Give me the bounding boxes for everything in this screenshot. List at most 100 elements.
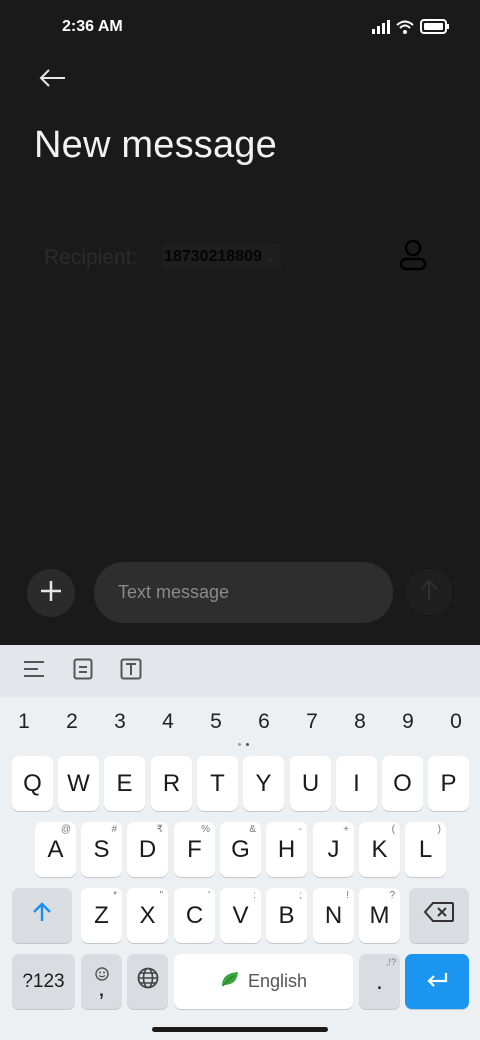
status-icons: [372, 19, 450, 39]
key-hint: #: [111, 824, 117, 835]
number-key[interactable]: 9: [388, 707, 428, 737]
period-label: .: [376, 967, 383, 995]
backspace-icon: [423, 901, 455, 930]
attach-button[interactable]: [27, 569, 75, 617]
space-language-label: English: [247, 971, 308, 991]
key-label: J: [327, 835, 340, 863]
letter-key[interactable]: ₹ D: [127, 822, 168, 877]
period-key[interactable]: ,!? .: [359, 954, 400, 1009]
person-icon: [398, 239, 428, 276]
number-key[interactable]: 7: [292, 707, 332, 737]
symbols-key[interactable]: ?123: [12, 954, 75, 1009]
letter-key[interactable]: -H: [266, 822, 307, 877]
clipboard-tool[interactable]: [69, 657, 97, 685]
number-key[interactable]: 6: [244, 707, 284, 737]
letter-key[interactable]: ! N: [313, 888, 354, 943]
emoji-comma-key[interactable]: ,: [81, 954, 122, 1009]
keyboard-toolbar: [0, 645, 480, 697]
letter-key[interactable]: U: [290, 756, 331, 811]
letter-key[interactable]: :V: [220, 888, 261, 943]
letter-key[interactable]: E: [104, 756, 145, 811]
key-label: M: [369, 901, 390, 929]
letter-key[interactable]: ? M: [359, 888, 400, 943]
key-hint: -: [298, 824, 302, 835]
letter-key[interactable]: Y: [243, 756, 284, 811]
key-hint: ': [208, 890, 210, 901]
wifi-icon: [396, 20, 414, 39]
align-left-icon: [23, 660, 45, 683]
key-label: N: [324, 901, 343, 929]
enter-key[interactable]: [405, 954, 469, 1009]
letter-key[interactable]: Q: [12, 756, 53, 811]
key-hint: ?: [389, 890, 395, 901]
key-label: P: [440, 769, 457, 797]
emoji-icon: [94, 960, 109, 988]
number-key[interactable]: 1: [4, 707, 44, 737]
letter-key[interactable]: W: [58, 756, 99, 811]
letter-key[interactable]: @ A: [35, 822, 76, 877]
enter-icon: [425, 968, 449, 996]
key-label: H: [277, 835, 296, 863]
letter-key[interactable]: ) L: [405, 822, 446, 877]
number-key[interactable]: 4: [148, 707, 188, 737]
letter-key[interactable]: ; B: [266, 888, 307, 943]
key-label: L: [418, 835, 433, 863]
letter-key[interactable]: % F: [174, 822, 215, 877]
signal-icon: [372, 19, 390, 39]
keyboard: 1234567890 QWERTYUIOP @ A # S ₹ D% F & G - H + J(K) L…: [0, 645, 480, 1040]
send-button[interactable]: [406, 569, 452, 615]
letter-key[interactable]: P: [428, 756, 469, 811]
text-align-tool[interactable]: [20, 657, 48, 685]
arrow-up-icon: [419, 579, 439, 606]
message-input[interactable]: [94, 562, 393, 623]
recipient-label: Recipient:: [44, 246, 138, 269]
letter-key[interactable]: # S: [81, 822, 122, 877]
status-time: 2:36 AM: [62, 18, 123, 35]
key-hint: !: [346, 890, 349, 901]
number-key[interactable]: 2: [52, 707, 92, 737]
key-label: B: [278, 901, 295, 929]
battery-icon: [420, 19, 450, 39]
globe-icon: [137, 967, 159, 996]
letter-key[interactable]: " X: [127, 888, 168, 943]
recipient-chip[interactable]: 18730218809 ⌄: [162, 244, 282, 270]
number-key[interactable]: 3: [100, 707, 140, 737]
letter-key[interactable]: R: [151, 756, 192, 811]
shift-key[interactable]: [12, 888, 72, 943]
key-label: D: [138, 835, 157, 863]
recipient-row: Recipient: 18730218809 ⌄: [44, 236, 444, 280]
back-button[interactable]: [34, 64, 70, 96]
letter-key[interactable]: O: [382, 756, 423, 811]
recipient-number: 18730218809: [164, 248, 262, 265]
number-key[interactable]: 0: [436, 707, 476, 737]
plus-icon: [40, 580, 62, 607]
letter-key[interactable]: (K: [359, 822, 400, 877]
key-label: W: [67, 769, 90, 797]
letter-key[interactable]: + J: [313, 822, 354, 877]
number-key[interactable]: 8: [340, 707, 380, 737]
clipboard-icon: [73, 658, 93, 685]
space-key[interactable]: English: [174, 954, 353, 1009]
key-label: C: [185, 901, 204, 929]
key-hint: +: [343, 824, 349, 835]
number-key[interactable]: 5: [196, 707, 236, 737]
key-hint: &: [249, 824, 256, 835]
letter-key[interactable]: * Z: [81, 888, 122, 943]
key-label: F: [187, 835, 202, 863]
period-hint: ,!?: [385, 957, 396, 967]
letter-key[interactable]: ' C: [174, 888, 215, 943]
letter-key[interactable]: I: [336, 756, 377, 811]
backspace-key[interactable]: [409, 888, 469, 943]
key-label: U: [301, 769, 320, 797]
language-key[interactable]: [127, 954, 168, 1009]
letter-key[interactable]: & G: [220, 822, 261, 877]
key-hint: @: [60, 824, 71, 835]
key-label: I: [353, 769, 360, 797]
contacts-button[interactable]: [396, 239, 430, 276]
key-hint: *: [113, 890, 117, 901]
status-bar: 2:36 AM: [0, 0, 480, 56]
key-hint: ): [437, 824, 441, 835]
letter-key[interactable]: T: [197, 756, 238, 811]
key-label: Q: [23, 769, 42, 797]
text-style-tool[interactable]: [117, 657, 145, 685]
